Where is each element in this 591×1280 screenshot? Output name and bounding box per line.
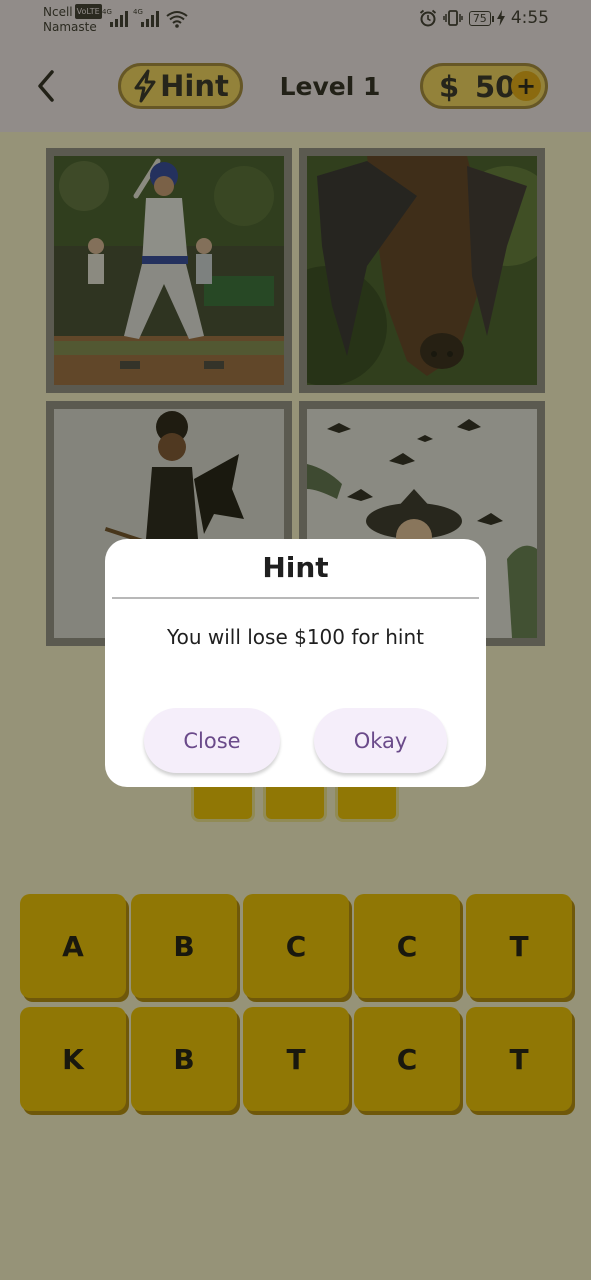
hint-dialog: Hint You will lose $100 for hint Close O… xyxy=(105,539,486,787)
okay-button[interactable]: Okay xyxy=(314,708,447,773)
dialog-title: Hint xyxy=(262,551,329,584)
close-button[interactable]: Close xyxy=(144,708,280,773)
dialog-divider xyxy=(112,597,479,599)
dialog-message: You will lose $100 for hint xyxy=(167,625,424,649)
